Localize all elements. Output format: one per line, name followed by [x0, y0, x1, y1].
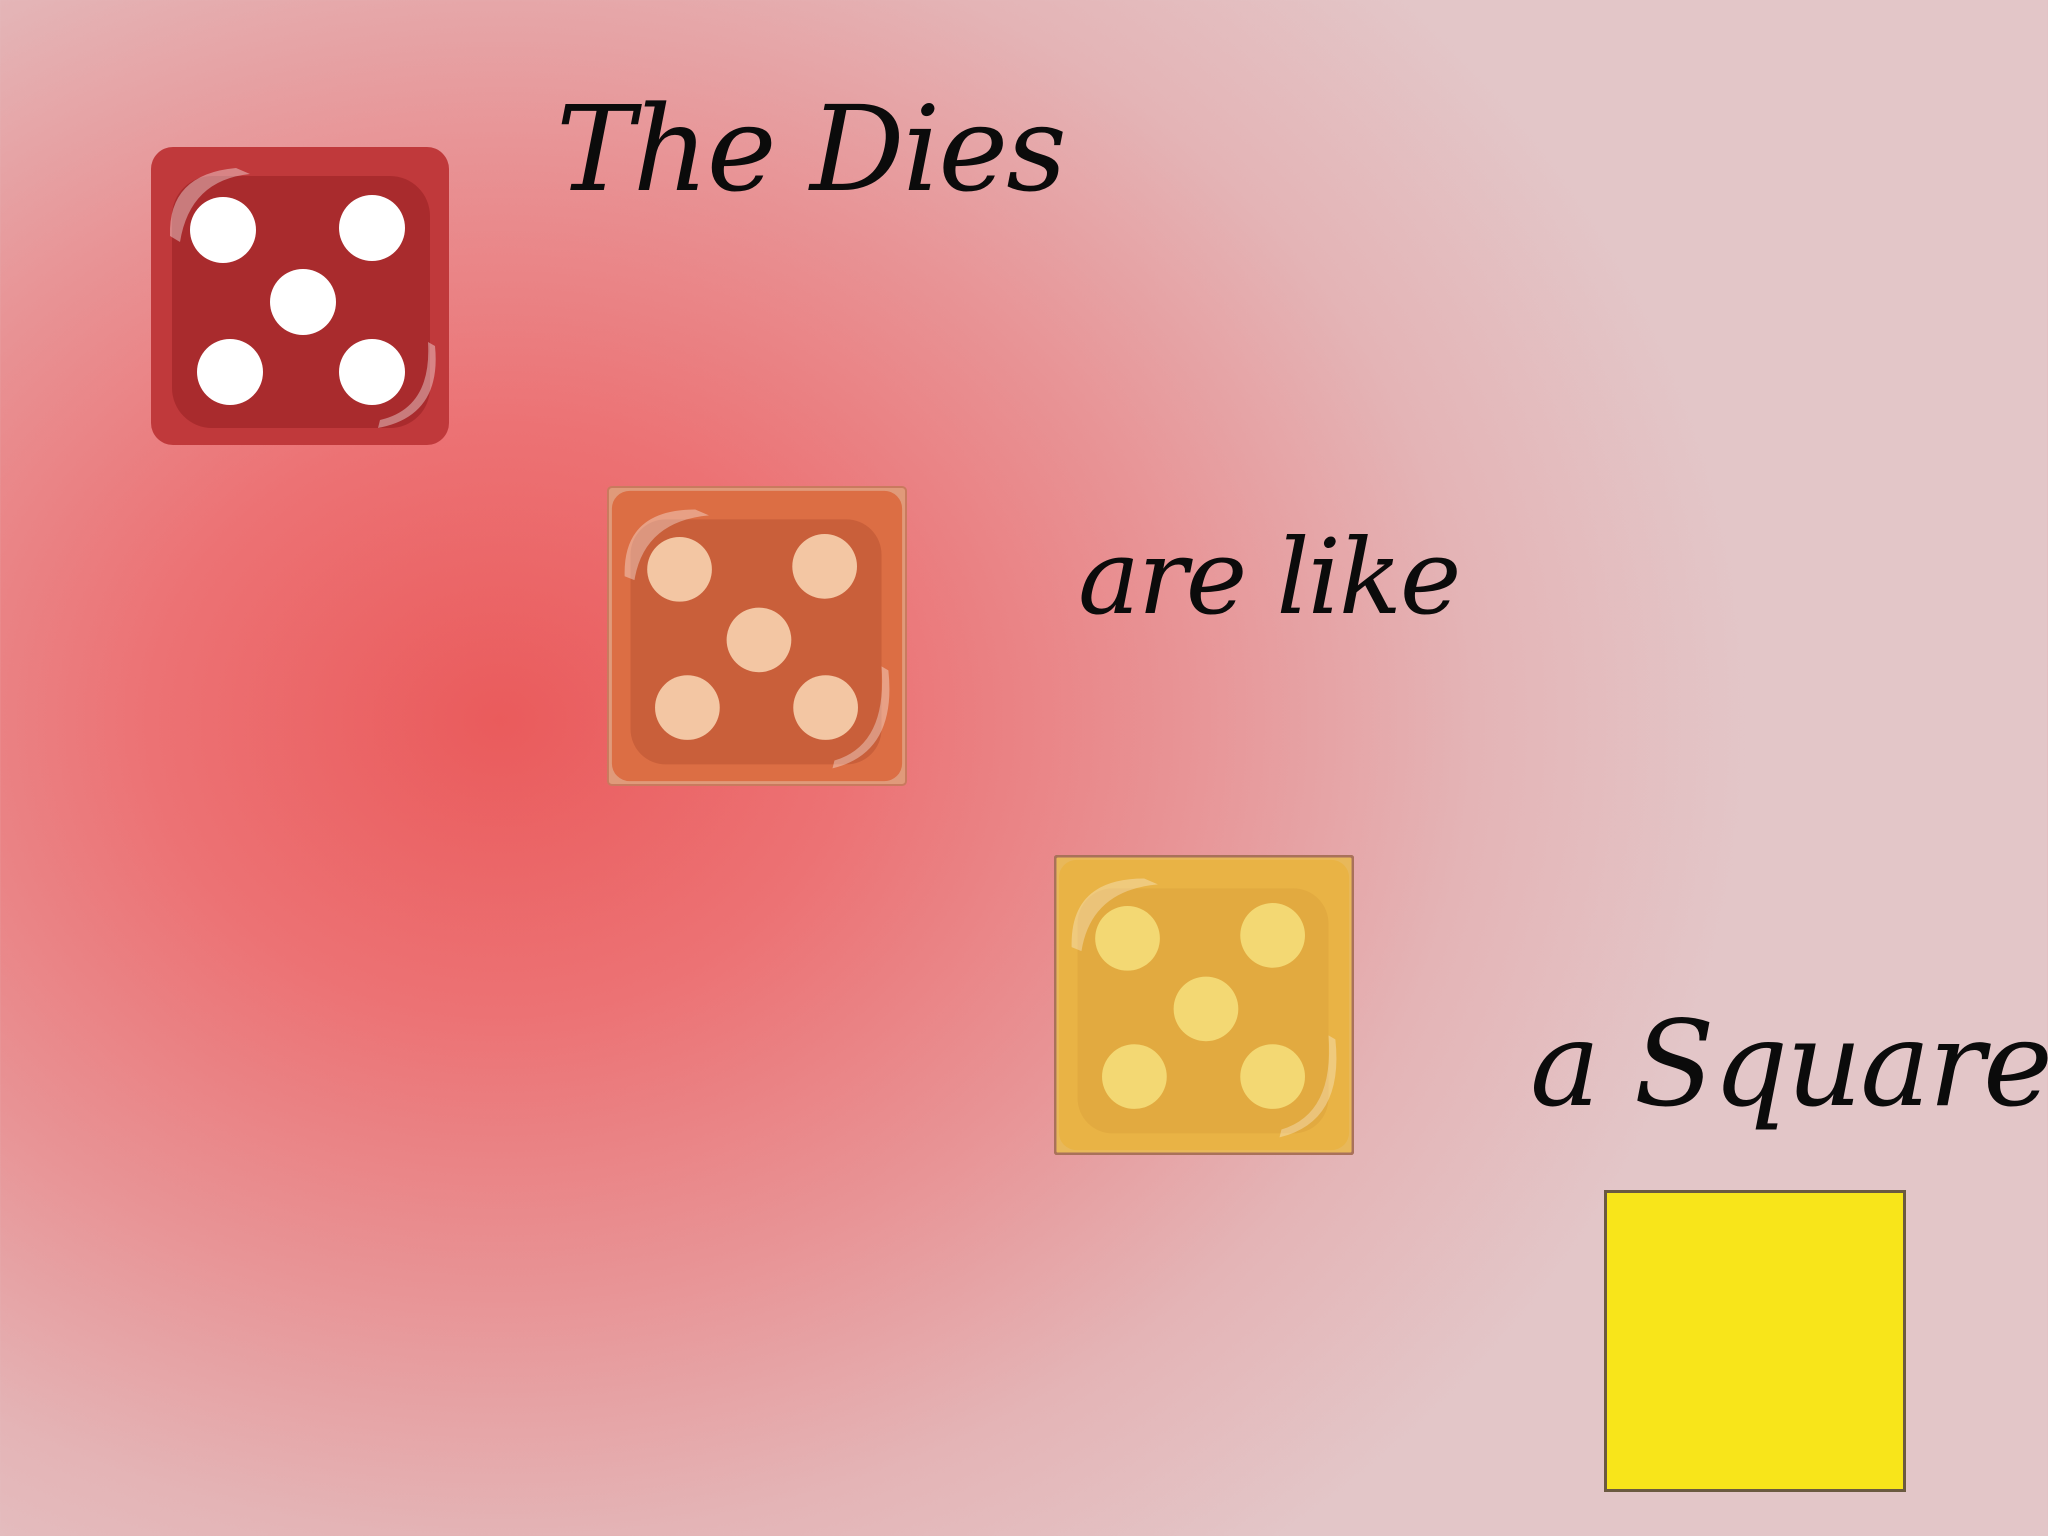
red-die	[150, 146, 450, 446]
caption-the-dies: The Dies	[556, 80, 1067, 218]
orange-die-graphic	[607, 486, 907, 786]
caption-a-square: a Square	[1530, 995, 2048, 1133]
caption-are-like: are like	[1078, 516, 1461, 638]
yellow-square	[1604, 1190, 1906, 1492]
red-die-graphic	[151, 147, 449, 445]
gold-die	[1054, 855, 1354, 1155]
slide-canvas: The Dies are like a Square	[0, 0, 2048, 1536]
gold-die-graphic	[1054, 855, 1354, 1155]
orange-die	[607, 486, 907, 786]
